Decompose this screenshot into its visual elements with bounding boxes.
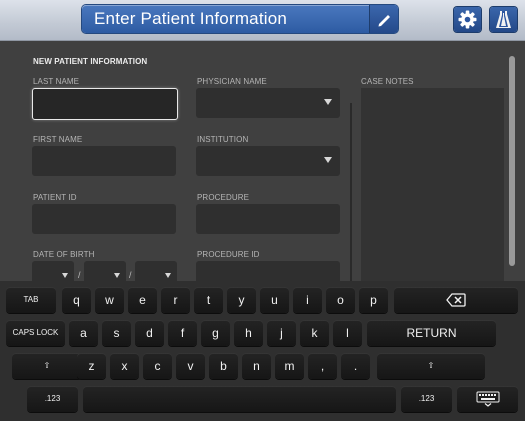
key-t[interactable]: t xyxy=(194,287,223,313)
institution-select[interactable] xyxy=(196,146,340,176)
key-l[interactable]: l xyxy=(333,320,362,346)
key-q[interactable]: q xyxy=(62,287,91,313)
procedure-id-label: PROCEDURE ID xyxy=(197,250,260,259)
case-notes-textarea[interactable] xyxy=(361,88,504,281)
last-name-label: LAST NAME xyxy=(33,77,80,86)
case-notes-label: CASE NOTES xyxy=(361,77,414,86)
first-name-label: FIRST NAME xyxy=(33,135,83,144)
date-separator: / xyxy=(78,270,81,280)
settings-button[interactable] xyxy=(454,7,481,32)
key-u[interactable]: u xyxy=(260,287,289,313)
on-screen-keyboard: TAB q w e r t y u i o p CAPS LOCK a s d … xyxy=(0,281,525,421)
procedure-field[interactable] xyxy=(196,204,340,234)
key-numbers-right[interactable]: .123 xyxy=(401,386,452,412)
key-n[interactable]: n xyxy=(242,353,271,379)
hide-keyboard-key[interactable] xyxy=(457,386,518,412)
column-divider xyxy=(350,103,352,281)
patient-id-label: PATIENT ID xyxy=(33,193,77,202)
patient-id-field[interactable] xyxy=(32,204,176,234)
brand-logo-icon xyxy=(496,11,511,28)
key-v[interactable]: v xyxy=(176,353,205,379)
key-m[interactable]: m xyxy=(275,353,304,379)
key-b[interactable]: b xyxy=(209,353,238,379)
key-tab[interactable]: TAB xyxy=(6,287,56,313)
date-separator: / xyxy=(129,270,132,280)
hide-keyboard-icon xyxy=(476,391,499,407)
key-shift-right[interactable]: ⇧ xyxy=(377,353,485,379)
first-name-field[interactable] xyxy=(32,146,176,176)
key-p[interactable]: p xyxy=(359,287,388,313)
chevron-down-icon xyxy=(324,99,332,105)
key-y[interactable]: y xyxy=(227,287,256,313)
key-i[interactable]: i xyxy=(293,287,322,313)
backspace-key[interactable] xyxy=(394,287,518,313)
key-x[interactable]: x xyxy=(110,353,139,379)
key-period[interactable]: . xyxy=(341,353,370,379)
key-r[interactable]: r xyxy=(161,287,190,313)
key-h[interactable]: h xyxy=(234,320,263,346)
key-space[interactable] xyxy=(83,386,396,412)
last-name-field[interactable] xyxy=(32,88,178,120)
gear-icon xyxy=(458,10,477,29)
section-title: NEW PATIENT INFORMATION xyxy=(33,57,148,66)
key-caps-lock[interactable]: CAPS LOCK xyxy=(6,320,65,346)
physician-name-select[interactable] xyxy=(196,88,340,118)
key-o[interactable]: o xyxy=(326,287,355,313)
key-return[interactable]: RETURN xyxy=(367,320,496,346)
pencil-icon xyxy=(378,15,390,27)
edit-title-button[interactable] xyxy=(369,5,398,33)
key-numbers-left[interactable]: .123 xyxy=(27,386,78,412)
key-shift-left[interactable]: ⇧ xyxy=(12,353,82,379)
backspace-icon xyxy=(446,293,466,307)
chevron-down-icon xyxy=(62,273,68,278)
key-k[interactable]: k xyxy=(300,320,329,346)
procedure-label: PROCEDURE xyxy=(197,193,250,202)
chevron-down-icon xyxy=(114,273,120,278)
top-bar: Enter Patient Information xyxy=(0,0,525,41)
key-comma[interactable]: , xyxy=(308,353,337,379)
key-z[interactable]: z xyxy=(77,353,106,379)
institution-label: INSTITUTION xyxy=(197,135,249,144)
key-j[interactable]: j xyxy=(267,320,296,346)
chevron-down-icon xyxy=(165,273,171,278)
patient-form: NEW PATIENT INFORMATION LAST NAME FIRST … xyxy=(0,41,525,291)
form-scrollbar[interactable] xyxy=(509,56,515,266)
key-e[interactable]: e xyxy=(128,287,157,313)
physician-name-label: PHYSICIAN NAME xyxy=(197,77,267,86)
chevron-down-icon xyxy=(324,157,332,163)
key-d[interactable]: d xyxy=(135,320,164,346)
key-s[interactable]: s xyxy=(102,320,131,346)
title-field[interactable]: Enter Patient Information xyxy=(82,5,398,33)
key-w[interactable]: w xyxy=(95,287,124,313)
date-of-birth-label: DATE OF BIRTH xyxy=(33,250,95,259)
brand-button[interactable] xyxy=(490,7,517,32)
page-title: Enter Patient Information xyxy=(94,9,288,28)
key-c[interactable]: c xyxy=(143,353,172,379)
key-g[interactable]: g xyxy=(201,320,230,346)
key-f[interactable]: f xyxy=(168,320,197,346)
key-a[interactable]: a xyxy=(69,320,98,346)
